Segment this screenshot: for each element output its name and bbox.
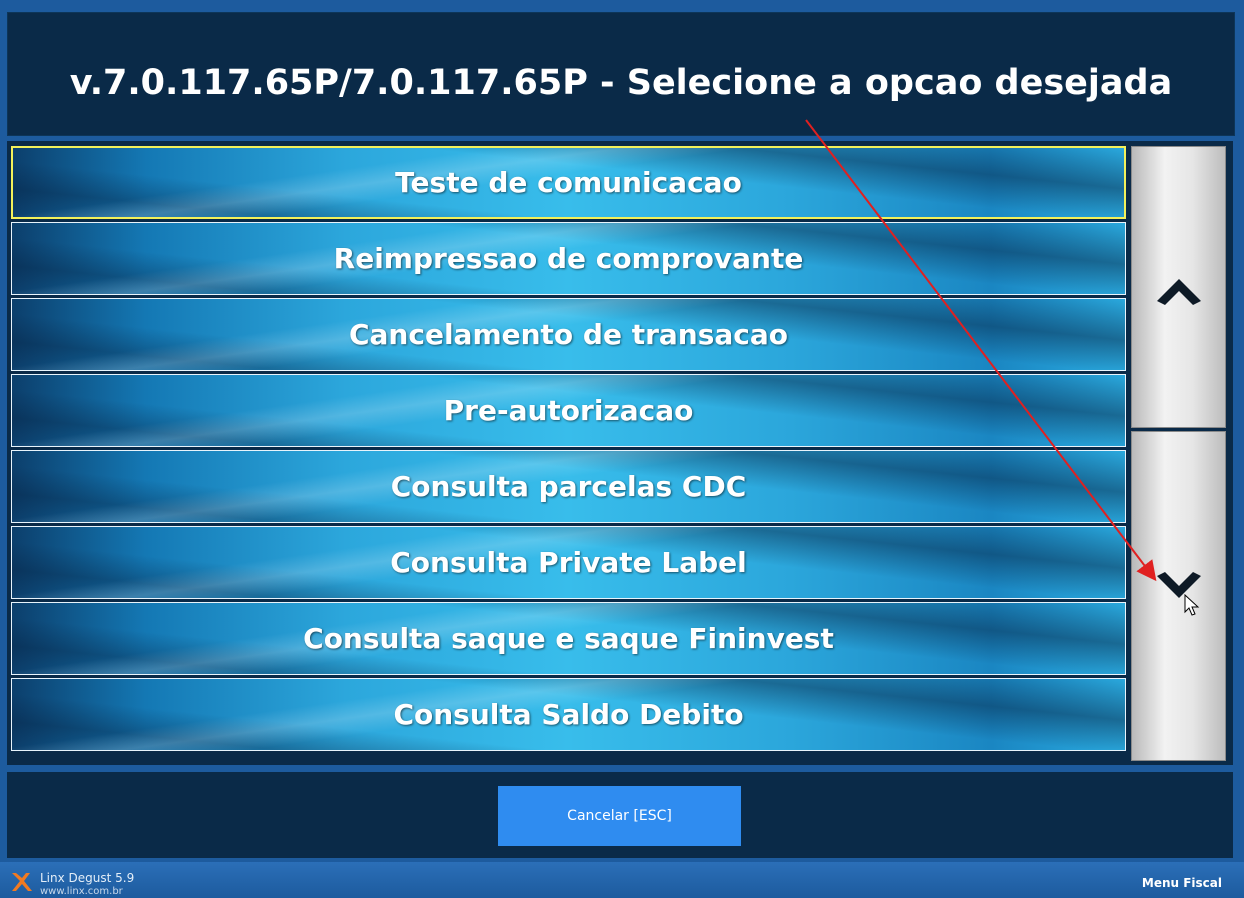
option-consulta-saque-fininvest[interactable]: Consulta saque e saque Fininvest bbox=[11, 602, 1126, 675]
cancel-button[interactable]: Cancelar [ESC] bbox=[498, 786, 741, 846]
option-label: Consulta parcelas CDC bbox=[390, 470, 747, 503]
chevron-up-icon bbox=[1156, 279, 1201, 305]
menu-fiscal-link[interactable]: Menu Fiscal bbox=[1142, 876, 1222, 890]
menu-panel: Teste de comunicacao Reimpressao de comp… bbox=[7, 141, 1233, 765]
app-name: Linx Degust 5.9 bbox=[40, 871, 135, 885]
option-consulta-private-label[interactable]: Consulta Private Label bbox=[11, 526, 1126, 599]
option-label: Consulta Private Label bbox=[390, 546, 747, 579]
option-reimpressao-comprovante[interactable]: Reimpressao de comprovante bbox=[11, 222, 1126, 295]
option-label: Consulta saque e saque Fininvest bbox=[303, 622, 834, 655]
option-consulta-parcelas-cdc[interactable]: Consulta parcelas CDC bbox=[11, 450, 1126, 523]
option-label: Cancelamento de transacao bbox=[348, 318, 789, 351]
mouse-cursor-icon bbox=[1184, 594, 1200, 616]
option-label: Consulta Saldo Debito bbox=[393, 698, 744, 731]
option-consulta-saldo-debito[interactable]: Consulta Saldo Debito bbox=[11, 678, 1126, 751]
option-cancelamento-transacao[interactable]: Cancelamento de transacao bbox=[11, 298, 1126, 371]
option-teste-comunicacao[interactable]: Teste de comunicacao bbox=[11, 146, 1126, 219]
scroll-down-button[interactable] bbox=[1131, 431, 1226, 761]
page-title: v.7.0.117.65P/7.0.117.65P - Selecione a … bbox=[69, 63, 1173, 103]
linx-logo-icon bbox=[12, 873, 32, 891]
status-bar: Linx Degust 5.9 www.linx.com.br Menu Fis… bbox=[0, 862, 1244, 898]
app-url: www.linx.com.br bbox=[40, 886, 123, 897]
option-label: Teste de comunicacao bbox=[395, 166, 742, 199]
option-list: Teste de comunicacao Reimpressao de comp… bbox=[11, 146, 1126, 754]
scroll-up-button[interactable] bbox=[1131, 146, 1226, 428]
option-label: Reimpressao de comprovante bbox=[333, 242, 804, 275]
footer-panel: Cancelar [ESC] bbox=[7, 772, 1233, 858]
header-panel: v.7.0.117.65P/7.0.117.65P - Selecione a … bbox=[7, 12, 1235, 136]
app-window: v.7.0.117.65P/7.0.117.65P - Selecione a … bbox=[0, 0, 1244, 898]
option-pre-autorizacao[interactable]: Pre-autorizacao bbox=[11, 374, 1126, 447]
option-label: Pre-autorizacao bbox=[443, 394, 694, 427]
